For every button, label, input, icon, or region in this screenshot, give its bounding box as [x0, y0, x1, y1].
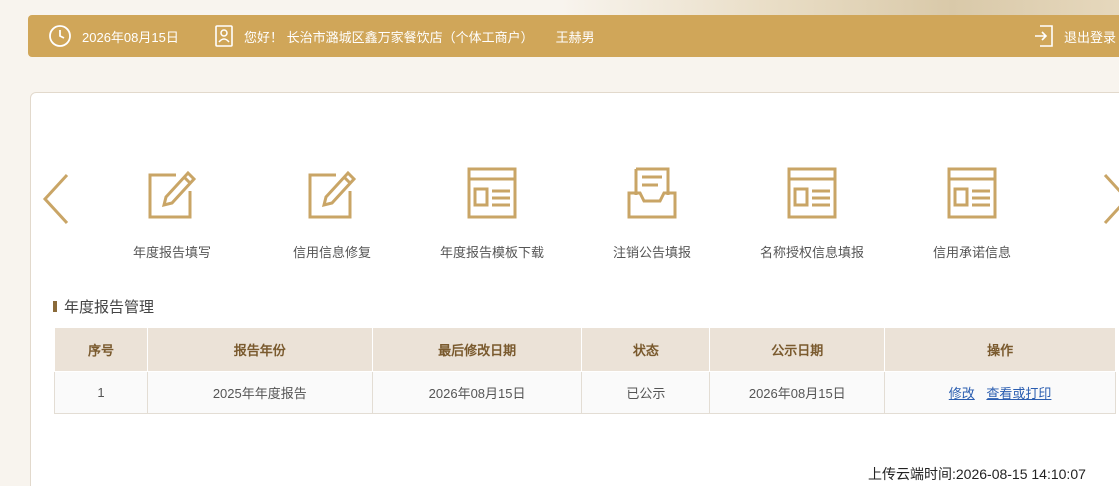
clock-icon [49, 25, 71, 47]
column-header: 状态 [581, 327, 711, 372]
cell-modified: 2026年08月15日 [371, 371, 583, 414]
menu-label: 注销公告填报 [612, 245, 691, 260]
menu-annual-report-fill[interactable]: 年度报告填写 [92, 165, 252, 261]
carousel-next-button[interactable] [1101, 173, 1119, 230]
column-header: 公示日期 [709, 327, 886, 372]
menu-cancellation-notice[interactable]: 注销公告填报 [572, 165, 732, 261]
table-header-row: 序号 报告年份 最后修改日期 状态 公示日期 操作 [54, 327, 1116, 372]
table-row: 1 2025年年度报告 2026年08月15日 已公示 2026年08月15日 … [54, 371, 1116, 414]
current-date: 2026年08月15日 [82, 29, 179, 45]
menu-label: 信用承诺信息 [932, 245, 1011, 260]
greeting-text: 您好！ 长治市潞城区鑫万家餐饮店（个体工商户） [244, 29, 534, 45]
main-card: 年度报告填写 信用信息修复 年度报告模板下载 注销公告填报 名称授权信息填报 信… [30, 92, 1119, 486]
section-title-text: 年度报告管理 [64, 299, 155, 316]
edit-icon [148, 170, 197, 219]
section-title: 年度报告管理 [53, 296, 154, 317]
menu-name-authorization[interactable]: 名称授权信息填报 [732, 165, 892, 261]
cell-publish-date: 2026年08月15日 [709, 371, 886, 414]
chevron-left-icon [42, 173, 69, 225]
chevron-right-icon [1103, 173, 1119, 225]
upload-time: 上传云端时间:2026-08-15 14:10:07 [868, 466, 1086, 482]
document-icon [947, 167, 997, 219]
view-print-link[interactable]: 查看或打印 [986, 386, 1051, 401]
cell-status: 已公示 [581, 371, 711, 414]
menu-template-download[interactable]: 年度报告模板下载 [412, 165, 572, 261]
title-marker [53, 301, 57, 312]
inbox-icon [627, 167, 677, 219]
column-header: 报告年份 [146, 327, 373, 372]
column-header: 最后修改日期 [371, 327, 583, 372]
menu-label: 年度报告模板下载 [439, 245, 544, 260]
carousel-prev-button[interactable] [41, 173, 71, 230]
annual-report-table: 序号 报告年份 最后修改日期 状态 公示日期 操作 1 2025年年度报告 20… [54, 327, 1116, 414]
logout-label[interactable]: 退出登录 [1064, 27, 1116, 46]
menu-label: 年度报告填写 [132, 245, 211, 260]
menu-label: 信用信息修复 [292, 245, 371, 260]
cell-index: 1 [54, 371, 148, 414]
document-icon [787, 167, 837, 219]
document-icon [467, 167, 517, 219]
top-bar: 2026年08月15日 您好！ 长治市潞城区鑫万家餐饮店（个体工商户） 王赫男 … [28, 15, 1119, 57]
logout-button[interactable]: 退出登录 [1034, 15, 1116, 57]
edit-icon [308, 170, 357, 219]
menu-credit-repair[interactable]: 信用信息修复 [252, 165, 412, 261]
column-header: 序号 [54, 327, 148, 372]
column-header: 操作 [884, 327, 1116, 372]
user-name: 王赫男 [555, 29, 595, 45]
menu-credit-commitment[interactable]: 信用承诺信息 [892, 165, 1052, 261]
menu-label: 名称授权信息填报 [759, 245, 864, 260]
logout-icon [1035, 25, 1053, 47]
user-card-icon [215, 25, 233, 47]
date-display: 2026年08月15日 [48, 15, 179, 57]
user-info: 您好！ 长治市潞城区鑫万家餐饮店（个体工商户） 王赫男 [214, 15, 595, 57]
edit-link[interactable]: 修改 [949, 386, 975, 401]
cell-year: 2025年年度报告 [146, 371, 373, 414]
cell-actions: 修改 查看或打印 [884, 371, 1116, 414]
